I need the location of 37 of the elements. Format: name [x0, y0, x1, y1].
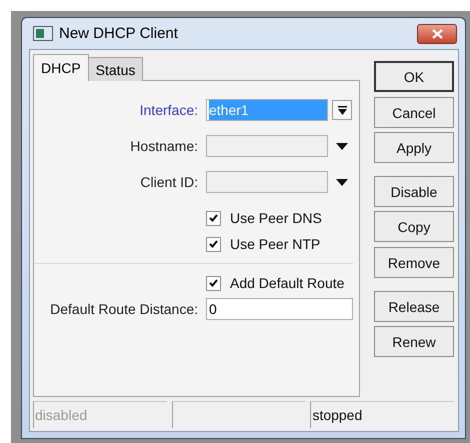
- dialog-button[interactable]: Disable: [374, 176, 454, 207]
- window-title: New DHCP Client: [59, 25, 179, 42]
- field-label: Default Route Distance:: [49, 301, 199, 317]
- dialog-button[interactable]: Release: [374, 291, 454, 322]
- checkbox-label: Add Default Route: [230, 275, 344, 291]
- input-field[interactable]: 0: [206, 298, 353, 320]
- dialog-button[interactable]: OK: [374, 61, 454, 92]
- status-text: disabled: [33, 401, 167, 428]
- close-button[interactable]: [417, 24, 457, 44]
- field-label: Hostname:: [129, 138, 199, 154]
- dropdown-arrow-icon: [336, 142, 348, 150]
- checkbox[interactable]: [206, 236, 221, 252]
- checkmark-icon: [209, 214, 218, 222]
- checkbox-label: Use Peer DNS: [230, 210, 322, 226]
- input-field[interactable]: [206, 171, 328, 193]
- tab[interactable]: Status: [88, 57, 144, 81]
- status-text: stopped: [310, 401, 454, 428]
- dialog-button[interactable]: Copy: [374, 211, 454, 242]
- checkmark-icon: [209, 240, 218, 248]
- dialog-button[interactable]: Renew: [374, 326, 454, 357]
- close-icon: [432, 28, 442, 38]
- field-label: Interface:: [138, 102, 199, 118]
- dropdown-button[interactable]: [332, 100, 352, 120]
- input-field[interactable]: [206, 135, 328, 157]
- dialog-button[interactable]: Remove: [374, 247, 454, 278]
- checkbox[interactable]: [206, 210, 221, 226]
- checkbox[interactable]: [206, 276, 221, 290]
- tab[interactable]: DHCP: [33, 54, 89, 81]
- dropdown-arrow-icon: [336, 178, 348, 186]
- dropdown-arrow-icon: [338, 106, 346, 114]
- window-icon: [33, 26, 53, 41]
- dialog-button[interactable]: Cancel: [374, 97, 454, 128]
- checkmark-icon: [209, 279, 218, 287]
- field-value: 0: [209, 301, 217, 317]
- dialog-button[interactable]: Apply: [374, 132, 454, 163]
- field-label: Client ID:: [139, 174, 199, 190]
- checkbox-label: Use Peer NTP: [230, 236, 320, 252]
